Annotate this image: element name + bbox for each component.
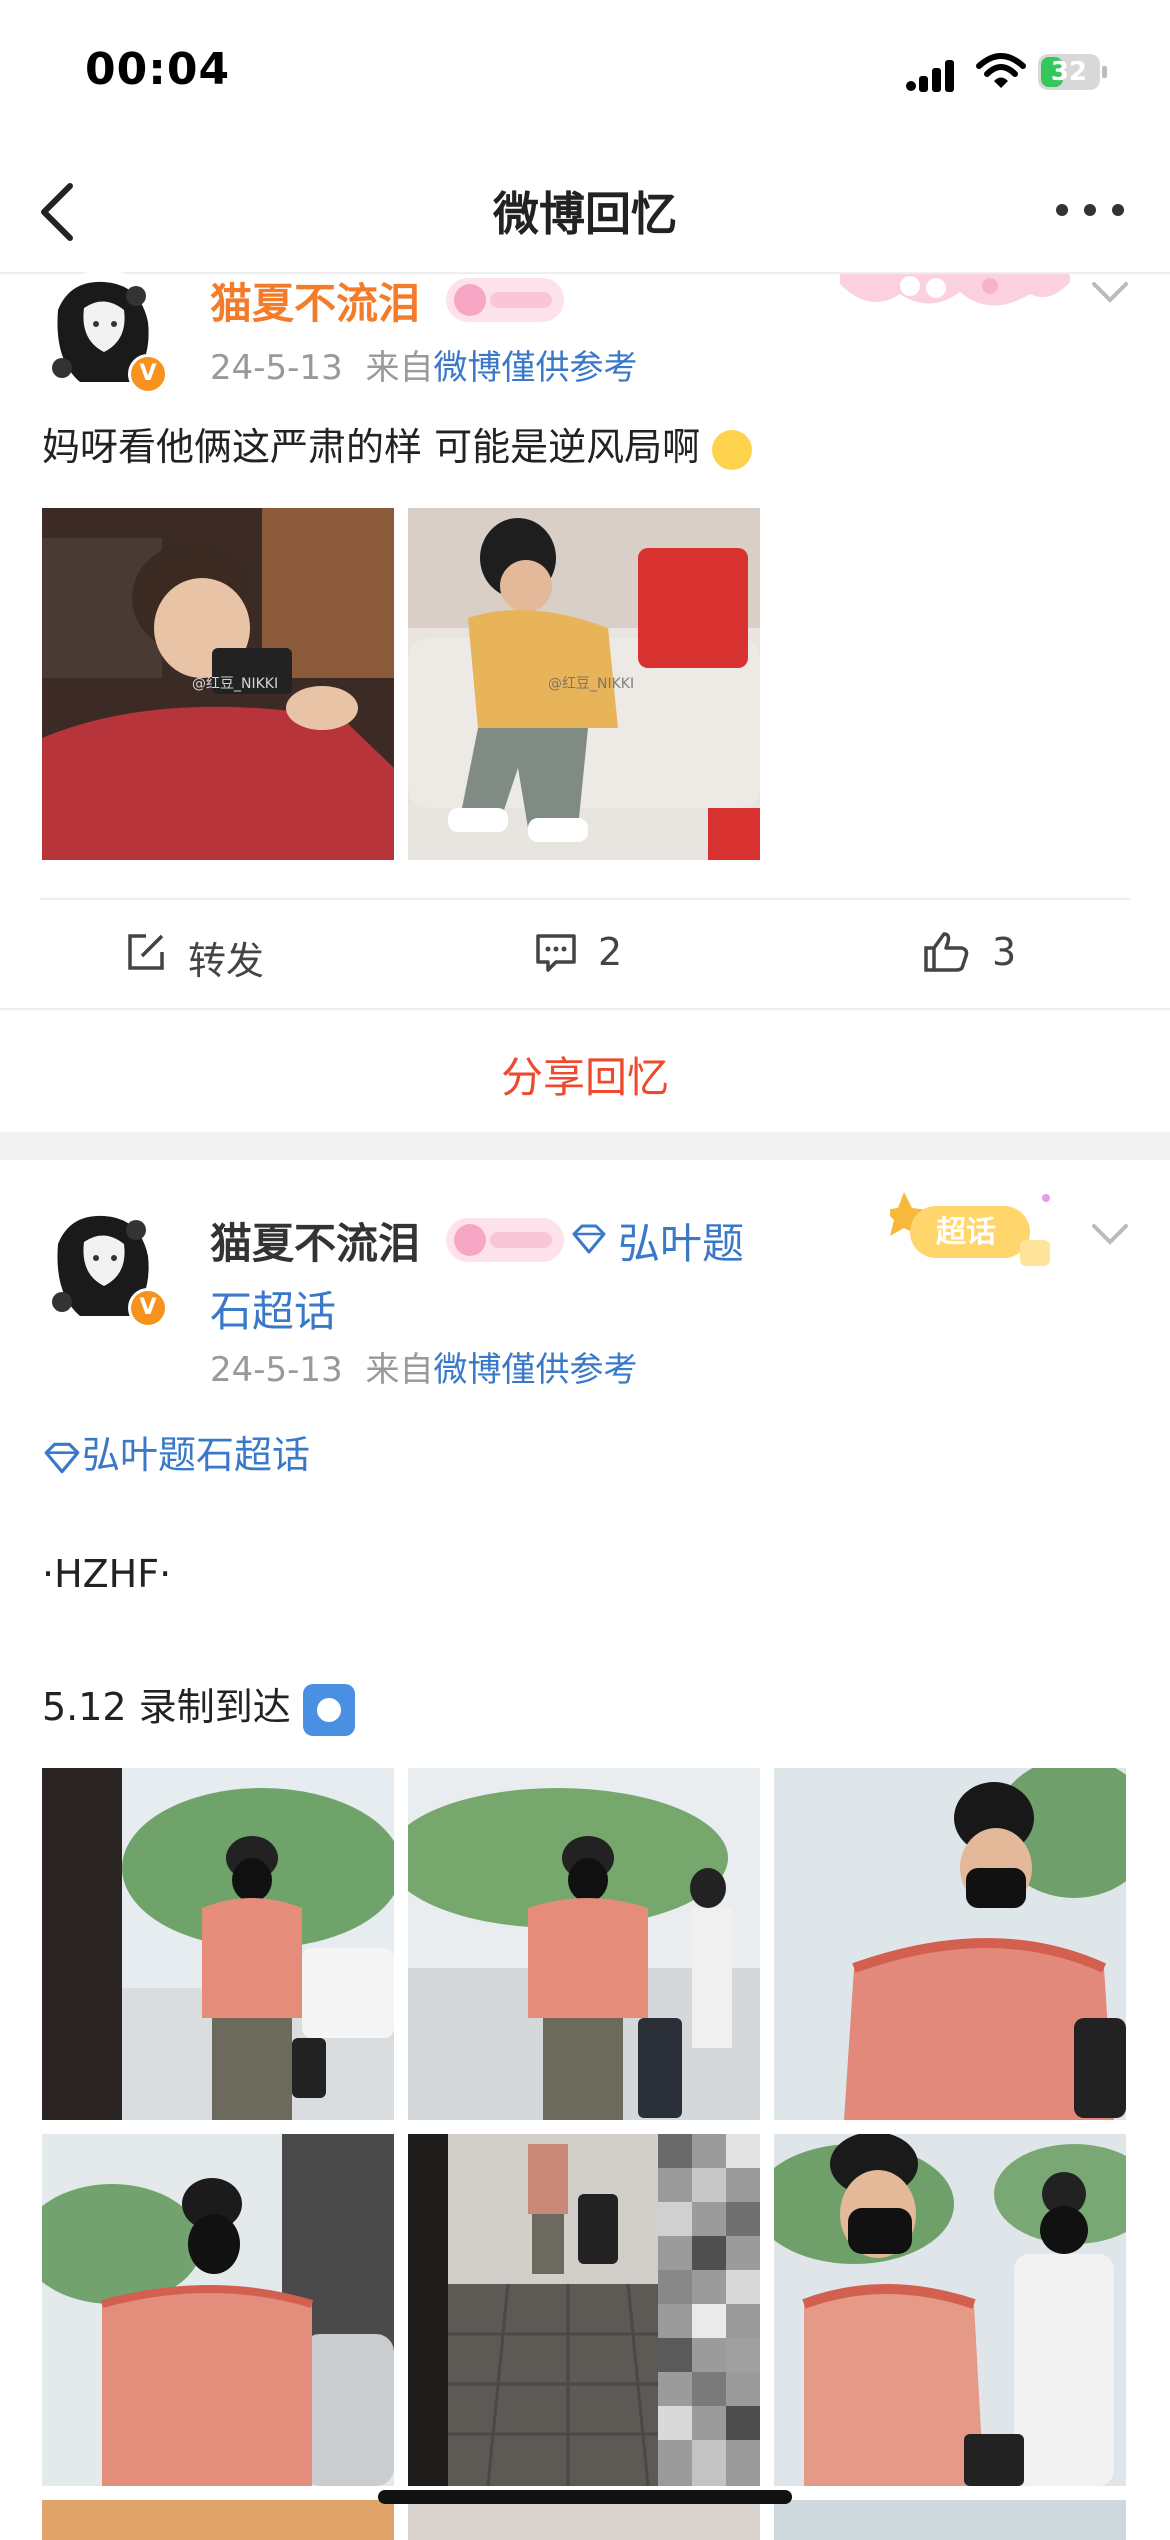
repost-label: 转发 <box>188 939 265 983</box>
super-topic-badge-text: 超话 <box>936 1215 996 1250</box>
photo-person-walking <box>42 1768 394 2120</box>
avatar[interactable]: V <box>40 1204 168 1332</box>
repost-icon <box>128 934 164 970</box>
post-meta: 24-5-13 来自微博僅供参考 <box>210 1342 638 1391</box>
post-source[interactable]: 微博僅供参考 <box>434 348 638 388</box>
from-label: 来自 <box>365 348 434 388</box>
share-memory-label: 分享回忆 <box>500 1053 669 1102</box>
post-username[interactable]: 猫夏不流泪 <box>210 1210 420 1271</box>
comment-icon <box>536 934 576 972</box>
topic-link[interactable]: 弘叶题石超话 <box>42 1424 310 1479</box>
super-topic-name-line2[interactable]: 石超话 <box>210 1278 336 1339</box>
post-username[interactable]: 猫夏不流泪 <box>210 270 420 331</box>
super-topic-badge-icon: 超话 <box>890 1192 1050 1266</box>
home-indicator[interactable] <box>378 2490 792 2504</box>
post-text-line: ·HZHF· <box>42 1552 172 1596</box>
status-bar: 00:04 32 <box>0 0 1170 150</box>
like-count: 3 <box>992 930 1017 974</box>
post-image-3[interactable] <box>774 1768 1126 2120</box>
post-text-line: 5.12 录制到达 <box>42 1676 355 1736</box>
section-divider <box>0 1132 1170 1160</box>
photo-person-suitcase <box>774 2134 1126 2486</box>
chevron-down-icon[interactable] <box>1090 1222 1130 1246</box>
post-action-bar: 转发 2 3 <box>40 898 1130 1010</box>
vip-tag-icon <box>446 278 564 322</box>
memory-post: 超话 V 猫夏不流泪 弘叶题 石超话 24-5-13 来自微博僅供参考 弘叶题石… <box>0 1160 1170 2540</box>
post-meta: 24-5-13 来自微博僅供参考 <box>210 340 638 389</box>
page-title: 微博回忆 <box>493 187 677 241</box>
share-memory-button[interactable]: 分享回忆 <box>0 1008 1170 1134</box>
post-image-1[interactable] <box>42 1768 394 2120</box>
memory-post: V 猫夏不流泪 24-5-13 来自微博僅供参考 妈呀看他俩这严肃的样 可能是逆… <box>0 270 1170 1010</box>
cellular-signal-icon <box>906 60 954 92</box>
battery-level: 32 <box>1050 57 1088 87</box>
post-image-1[interactable]: @红豆_NIKKI <box>42 508 394 860</box>
from-label: 来自 <box>365 1350 434 1390</box>
post-image-8[interactable] <box>408 2500 760 2540</box>
post-image-9[interactable] <box>774 2500 1126 2540</box>
post-image-5[interactable] <box>408 2134 760 2486</box>
watermark: @红豆_NIKKI <box>192 676 278 692</box>
photo-person-street-blurred <box>408 2134 760 2486</box>
post-date: 24-5-13 <box>210 1350 343 1390</box>
laughing-crying-emoji-icon <box>712 429 753 470</box>
post-image-2[interactable] <box>408 1768 760 2120</box>
topic-link-text: 弘叶题石超话 <box>82 1433 311 1477</box>
avatar[interactable]: V <box>40 270 168 398</box>
battery-icon: 32 <box>1038 54 1110 92</box>
post-text-content: 妈呀看他俩这严肃的样 可能是逆风局啊 <box>42 425 701 469</box>
chevron-down-icon[interactable] <box>1090 280 1130 304</box>
record-button-emoji-icon <box>302 1683 355 1736</box>
verified-badge-icon: V <box>128 1288 168 1328</box>
post-image-4[interactable] <box>42 2134 394 2486</box>
watermark: @红豆_NIKKI <box>548 676 634 692</box>
comment-count: 2 <box>598 930 623 974</box>
post-image-2[interactable]: @红豆_NIKKI <box>408 508 760 860</box>
diamond-icon <box>44 1442 80 1473</box>
post-image-7[interactable] <box>42 2500 394 2540</box>
wifi-icon <box>976 53 1026 88</box>
photo-person-phone: @红豆_NIKKI <box>42 508 394 860</box>
post-date: 24-5-13 <box>210 348 343 388</box>
diamond-icon <box>572 1224 606 1254</box>
verified-badge-icon: V <box>128 354 168 394</box>
super-topic-name-line1[interactable]: 弘叶题 <box>618 1210 744 1271</box>
photo-person-sofa: @红豆_NIKKI <box>408 508 760 860</box>
post-text: 妈呀看他俩这严肃的样 可能是逆风局啊 <box>42 416 753 471</box>
photo-person-luggage <box>408 1768 760 2120</box>
nav-bar: 微博回忆 <box>0 150 1170 274</box>
post-source[interactable]: 微博僅供参考 <box>434 1350 638 1390</box>
decorative-sticker-icon <box>840 274 1070 306</box>
post-text-content: 5.12 录制到达 <box>42 1685 291 1729</box>
status-time: 00:04 <box>85 44 231 95</box>
photo-person-closeup <box>774 1768 1126 2120</box>
vip-tag-icon <box>446 1218 564 1262</box>
thumbs-up-icon <box>924 932 969 972</box>
post-image-6[interactable] <box>774 2134 1126 2486</box>
more-options-icon[interactable] <box>1050 180 1130 240</box>
photo-person-car <box>42 2134 394 2486</box>
